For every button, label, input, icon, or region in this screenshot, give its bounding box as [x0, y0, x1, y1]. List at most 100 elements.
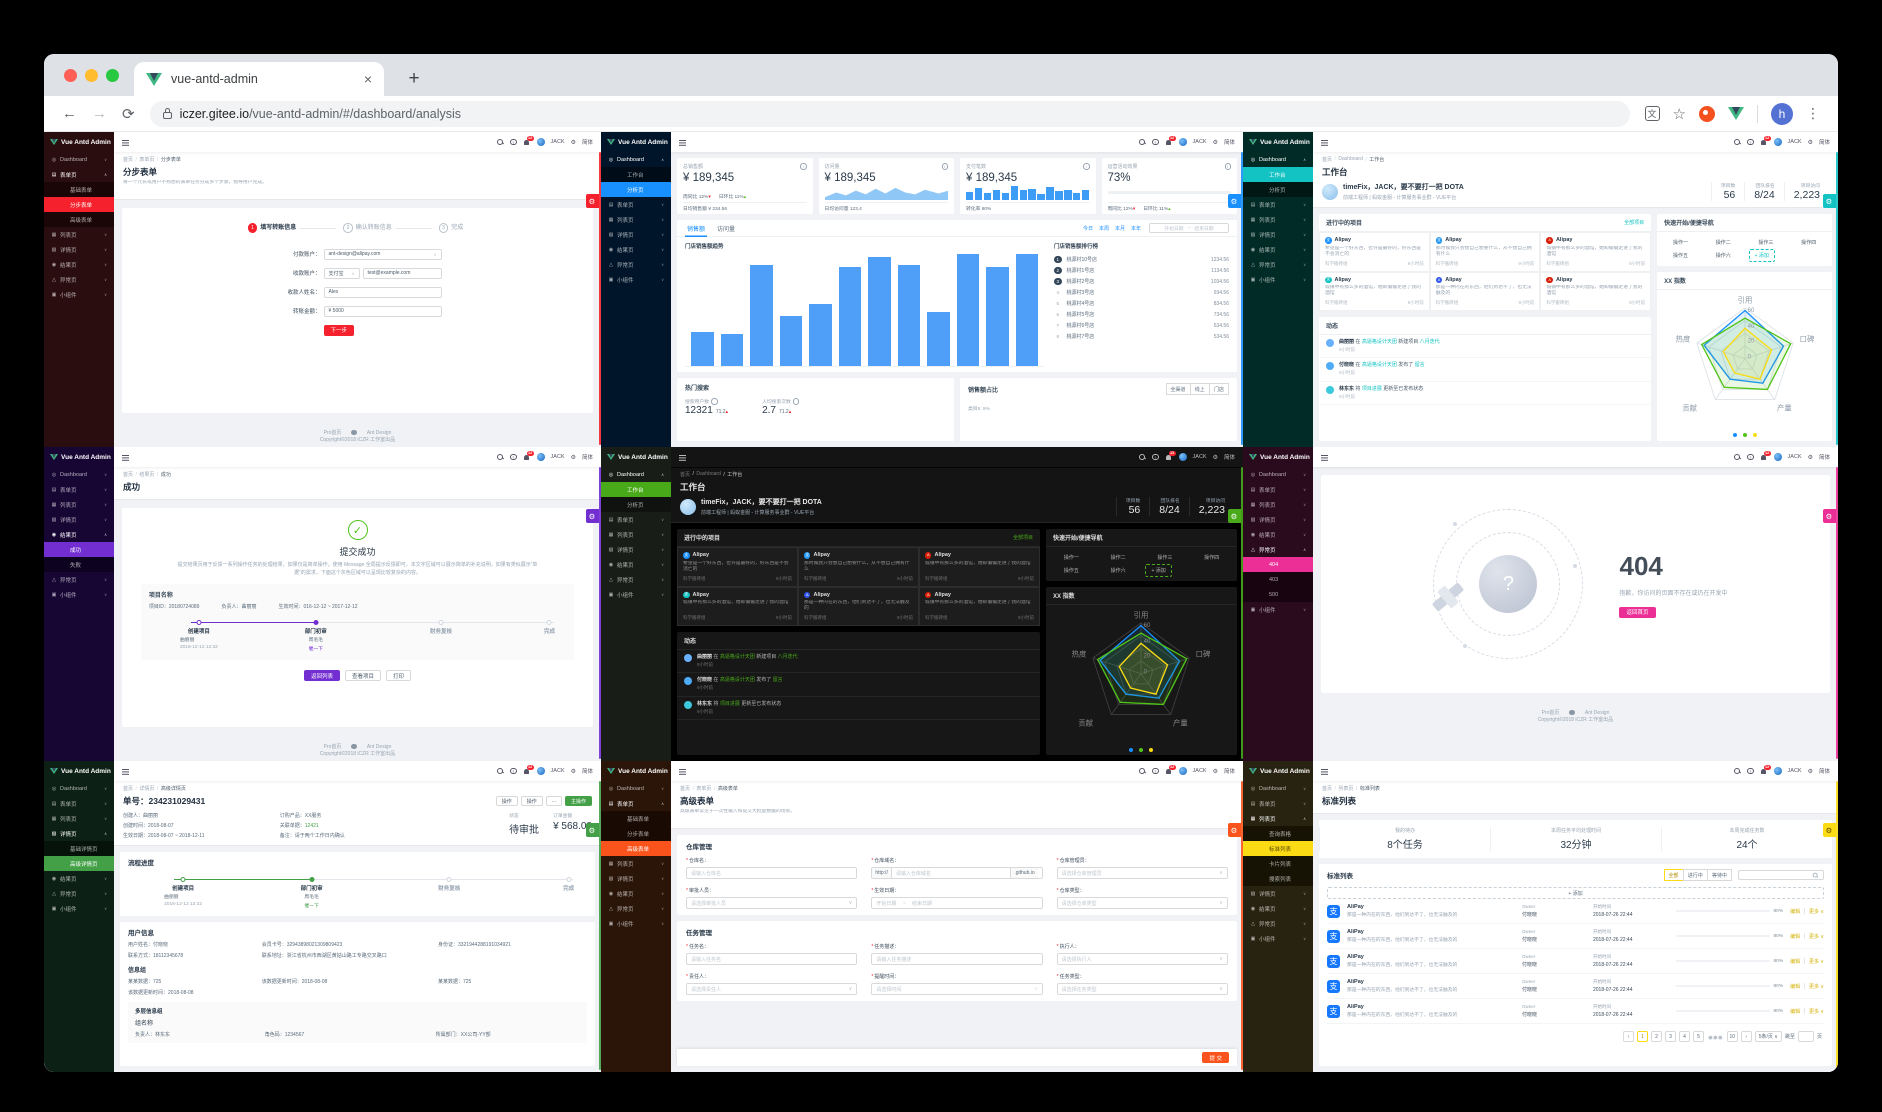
app-logo[interactable]: Vue Antd Admin [44, 132, 114, 152]
form-input[interactable]: 请选择仓库管理员 ∨ [1056, 867, 1228, 879]
breadcrumb[interactable]: 首页列表页标准列表 [1322, 785, 1829, 792]
sidebar-menu-item[interactable]: 成功 [44, 542, 114, 557]
user-avatar[interactable] [1773, 767, 1782, 775]
project-card[interactable]: A Alipay 城镇中有那么多的酒馆，她却偏偏走进了我的酒馆 科学搬砖组 9小时前 [1540, 271, 1652, 311]
quick-link[interactable]: 操作一 [1659, 236, 1702, 249]
theme-settings-button[interactable]: ⚙ [585, 194, 599, 208]
language-label[interactable]: 简体 [582, 138, 593, 146]
user-avatar[interactable] [536, 767, 545, 775]
notifications-icon[interactable]: 12 [1760, 451, 1771, 461]
sidebar-menu-item[interactable]: ▧ 详情页 ∨ [44, 512, 114, 527]
app-logo[interactable]: Vue Antd Admin [44, 761, 114, 781]
activity-link[interactable]: 留言 [773, 677, 783, 683]
breadcrumb[interactable]: 首页Dashboard工作台 [1322, 156, 1829, 163]
list-row[interactable]: 支 AliPay 那是一种内在的东西，他们到达不了，也无法触及的 Owner 付晓晓… [1327, 949, 1824, 974]
sidebar-menu-item[interactable]: ▣ 小组件 ∨ [44, 587, 114, 602]
page-scrollbar[interactable] [598, 152, 601, 445]
pagination-item[interactable]: 3 [1665, 1031, 1677, 1042]
zoom-window-button[interactable] [106, 69, 119, 82]
user-avatar[interactable] [1178, 138, 1187, 146]
pagination-item[interactable]: 10 [1726, 1031, 1738, 1042]
date-range-picker[interactable]: 开始日期 ~ 结束日期 [1149, 223, 1229, 233]
sidebar-menu-item[interactable]: 工作台 [601, 167, 671, 182]
footer-link-home[interactable]: Pro首页 [324, 743, 342, 750]
user-name[interactable]: JACK [551, 139, 565, 145]
sidebar-menu-item[interactable]: 分析页 [1243, 182, 1313, 197]
form-input[interactable]: 请选择责任人 ∨ [686, 983, 858, 995]
sidebar-menu-item[interactable]: ▣ 小组件 ∨ [601, 587, 671, 602]
sidebar-menu-item[interactable]: ▦ 列表页 ∨ [44, 227, 114, 242]
project-card[interactable]: 支 Alipay 希望是一个好东西，也许是最好的，好东西是不会消亡的 科学搬砖组 9… [1319, 232, 1430, 272]
more-link[interactable]: 更多 ∨ [1809, 1008, 1824, 1015]
quick-link[interactable]: + 添加 [1748, 249, 1775, 262]
sidebar-menu-item[interactable]: ◎ Dashboard ∧ [601, 467, 671, 482]
sidebar-menu-item[interactable]: △ 异常页 ∨ [601, 257, 671, 272]
sidebar-menu-item[interactable]: 基础详情页 [44, 841, 114, 856]
help-icon[interactable]: ? [1747, 138, 1754, 146]
github-icon[interactable] [1569, 709, 1575, 716]
sidebar-menu-item[interactable]: 高级详情页 [44, 856, 114, 871]
next-step-button[interactable]: 下一步 [323, 324, 355, 336]
quick-link[interactable]: 操作五 [1659, 249, 1702, 262]
activity-link[interactable]: 项目进展 [1362, 386, 1382, 392]
list-filter[interactable]: 全部 [1663, 869, 1684, 881]
user-avatar[interactable] [536, 138, 545, 146]
sidebar-menu-item[interactable]: ▦ 列表页 ∨ [601, 856, 671, 871]
bar[interactable] [779, 315, 802, 366]
activity-link[interactable]: 高逼格设计天团 [1362, 362, 1397, 368]
theme-settings-button[interactable]: ⚙ [1227, 509, 1241, 523]
sidebar-menu-item[interactable]: ◉ 结果页 ∨ [44, 257, 114, 272]
help-icon[interactable]: ? [1152, 453, 1159, 461]
action-button[interactable]: 操作 [520, 796, 543, 806]
language-label[interactable]: 简体 [1224, 138, 1235, 146]
remind-link[interactable]: 催一下 [304, 902, 318, 909]
help-icon[interactable]: ? [1152, 767, 1159, 775]
project-card[interactable]: 支 Alipay 那时候我只会想自己想要什么，从不想自己拥有什么 科学搬砖组 9小时… [797, 547, 919, 587]
sidebar-menu-item[interactable]: ◎ Dashboard ∨ [44, 781, 114, 796]
footer-link-ant[interactable]: Ant Design [1585, 710, 1609, 716]
menu-collapse-icon[interactable] [1321, 454, 1328, 456]
edit-link[interactable]: 编辑 [1790, 908, 1800, 915]
sidebar-menu-item[interactable]: ▣ 小组件 ∨ [1243, 602, 1313, 617]
language-settings-icon[interactable]: ⚙ [1808, 139, 1813, 146]
action-button[interactable]: 操作 [495, 796, 518, 806]
theme-settings-button[interactable]: ⚙ [1227, 194, 1241, 208]
channel-filter[interactable]: 全渠道 [1165, 383, 1191, 395]
quick-link[interactable]: + 添加 [1145, 564, 1172, 577]
sidebar-menu-item[interactable]: ▦ 列表页 ∧ [1243, 811, 1313, 826]
theme-settings-button[interactable]: ⚙ [1822, 509, 1836, 523]
sidebar-menu-item[interactable]: ▤ 表单页 ∨ [1243, 482, 1313, 497]
language-label[interactable]: 简体 [1819, 767, 1830, 775]
form-input[interactable]: 请输入任务名 [686, 953, 858, 965]
extension-icon[interactable] [1699, 105, 1715, 122]
notifications-icon[interactable]: 12 [523, 451, 534, 461]
user-name[interactable]: JACK [551, 454, 565, 460]
page-scrollbar[interactable] [1835, 152, 1838, 445]
app-logo[interactable]: Vue Antd Admin [1243, 761, 1313, 781]
quick-link[interactable]: 操作三 [1745, 236, 1788, 249]
app-logo[interactable]: Vue Antd Admin [601, 132, 671, 152]
bar[interactable] [897, 265, 920, 366]
sidebar-menu-item[interactable]: ◎ Dashboard ∨ [601, 781, 671, 796]
form-input[interactable]: 请输入任务描述 [871, 953, 1043, 965]
project-card[interactable]: A Alipay 城镇中有那么多的酒馆，她却偏偏走进了我的酒馆 科学搬砖组 9小时前 [1540, 232, 1652, 272]
app-logo[interactable]: Vue Antd Admin [1243, 447, 1313, 467]
project-card[interactable]: 支 Alipay 城镇中有那么多的酒馆，她却偏偏走进了我的酒馆 科学搬砖组 9小时前 [677, 586, 798, 626]
pagination-item[interactable]: › [1740, 1031, 1752, 1042]
info-icon[interactable]: i [1083, 163, 1090, 170]
quick-link[interactable]: 操作六 [1702, 249, 1745, 262]
vue-devtools-icon[interactable] [1728, 107, 1744, 120]
bar[interactable] [1015, 254, 1038, 366]
form-input[interactable]: 请输入仓库名 [686, 867, 858, 879]
form-input[interactable]: 请选择仓库类型 ∨ [1056, 897, 1228, 909]
sidebar-menu-item[interactable]: △ 异常页 ∧ [1243, 542, 1313, 557]
sidebar-menu-item[interactable]: ▣ 小组件 ∨ [44, 287, 114, 302]
submit-button[interactable]: 提 交 [1202, 1052, 1229, 1063]
app-logo[interactable]: Vue Antd Admin [1243, 132, 1313, 152]
sidebar-menu-item[interactable]: 500 [1243, 587, 1313, 602]
form-input[interactable]: 请选择审批人员 ∨ [686, 897, 858, 909]
bar[interactable] [956, 254, 979, 366]
list-filter[interactable]: 进行中 [1682, 869, 1708, 881]
sidebar-menu-item[interactable]: △ 异常页 ∨ [44, 572, 114, 587]
project-card[interactable]: 支 Alipay 城镇中有那么多的酒馆，她却偏偏走进了我的酒馆 科学搬砖组 9小时前 [1319, 271, 1430, 311]
